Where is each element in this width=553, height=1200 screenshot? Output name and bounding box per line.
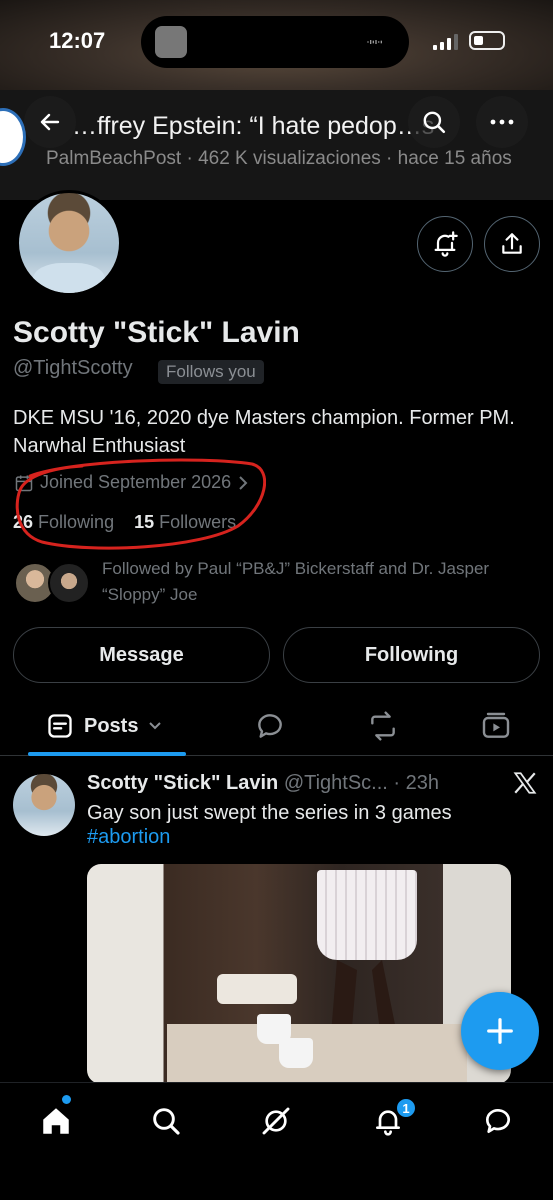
message-button[interactable]: Message — [13, 627, 270, 683]
nav-home[interactable] — [36, 1101, 76, 1141]
tweet-hashtag[interactable]: #abortion — [87, 826, 170, 849]
followed-by-avatars[interactable] — [14, 560, 94, 606]
reply-icon — [258, 714, 282, 738]
nav-grok[interactable] — [256, 1101, 296, 1141]
banner-meta: PalmBeachPost · 462 K visualizaciones · … — [46, 148, 512, 169]
more-icon — [490, 119, 514, 125]
status-time: 12:07 — [49, 28, 106, 53]
plus-icon — [487, 1018, 513, 1044]
tab-posts-label: Posts — [84, 714, 139, 737]
bottom-nav: 1 — [0, 1082, 553, 1200]
x-logo-icon — [513, 772, 537, 794]
nav-messages[interactable] — [478, 1101, 518, 1141]
active-tab-indicator — [28, 752, 186, 756]
follower-avatar — [48, 562, 90, 604]
tab-videos[interactable] — [480, 710, 512, 747]
cellular-signal-icon — [433, 34, 458, 50]
home-icon — [43, 1108, 69, 1134]
tweet-author-name[interactable]: Scotty "Stick" Lavin — [87, 772, 278, 794]
message-icon — [486, 1109, 510, 1133]
bell-plus-icon — [434, 231, 458, 257]
tab-replies[interactable] — [254, 710, 286, 747]
profile-name: Scotty "Stick" Lavin — [13, 316, 300, 349]
dynamic-island — [141, 16, 409, 68]
following-button[interactable]: Following — [283, 627, 540, 683]
followed-by-text[interactable]: Followed by Paul “PB&J” Bickerstaff and … — [102, 556, 542, 608]
profile-avatar[interactable] — [16, 190, 122, 296]
tweet-media-image[interactable] — [87, 864, 511, 1084]
chevron-down-icon — [149, 722, 162, 730]
tab-posts[interactable]: Posts — [46, 712, 162, 740]
home-unread-dot — [62, 1095, 71, 1104]
more-button[interactable] — [476, 96, 528, 148]
banner-headline: …ffrey Epstein: “I hate pedop…s — [72, 112, 435, 140]
notifications-badge: 1 — [395, 1097, 417, 1119]
posts-icon — [48, 714, 72, 738]
tab-reposts[interactable] — [366, 710, 400, 747]
audio-wave-icon — [367, 40, 382, 44]
search-button[interactable] — [408, 96, 460, 148]
red-annotation-circle — [15, 458, 266, 550]
nav-search[interactable] — [146, 1101, 186, 1141]
profile-handle: @TightScotty — [13, 357, 133, 379]
profile-bio: DKE MSU '16, 2020 dye Masters champion. … — [13, 407, 515, 457]
back-button[interactable] — [24, 96, 76, 148]
profile-tabs: Posts — [0, 700, 553, 756]
grok-icon — [262, 1107, 290, 1135]
battery-icon — [469, 31, 505, 50]
share-icon — [502, 233, 522, 254]
banner-video-strip — [0, 90, 553, 200]
tweet-time: · 23h — [393, 772, 440, 794]
now-playing-thumb — [155, 26, 187, 58]
share-button[interactable] — [484, 216, 540, 272]
back-arrow-icon — [40, 113, 60, 131]
tweet-avatar[interactable] — [13, 774, 75, 836]
search-icon — [153, 1108, 180, 1135]
search-icon — [423, 111, 446, 134]
tweet-text: Gay son just swept the series in 3 games — [87, 802, 452, 824]
video-icon — [482, 712, 510, 738]
notify-button[interactable] — [417, 216, 473, 272]
tweet-header: Scotty "Stick" Lavin @TightSc... · 23h — [87, 772, 439, 795]
repost-icon — [371, 711, 395, 741]
compose-button[interactable] — [461, 992, 539, 1070]
tweet-author-handle[interactable]: @TightSc... — [284, 772, 388, 794]
follows-you-badge: Follows you — [158, 360, 264, 384]
